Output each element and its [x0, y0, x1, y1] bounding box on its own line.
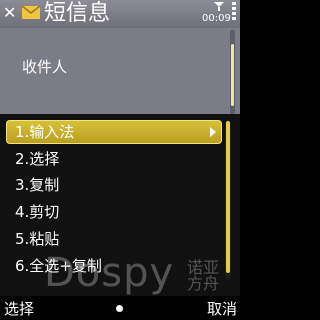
watermark-cn: 诺亚方舟	[187, 258, 220, 293]
menu-item-label: 1.输入法	[15, 123, 75, 141]
menu-item-label: 2.选择	[15, 150, 60, 168]
screen: ✕ 短信息 00:09 收件人 1.输入法 2.选择 3.复制 4.剪切 5.粘…	[0, 0, 240, 320]
center-key-dot-icon[interactable]	[116, 305, 123, 312]
softkey-bar: 选择 取消	[0, 296, 240, 320]
menu-scrollbar-thumb[interactable]	[226, 121, 230, 273]
menu-item-copy[interactable]: 3.复制	[6, 173, 222, 197]
menu-item-select[interactable]: 2.选择	[6, 147, 222, 171]
status-area: 00:09	[202, 2, 236, 26]
editor-scrollbar-thumb[interactable]	[231, 44, 234, 106]
recipient-label: 收件人	[22, 58, 68, 76]
battery-icon	[232, 2, 236, 20]
menu-item-label: 3.复制	[15, 176, 60, 194]
page-title: 短信息	[44, 1, 111, 26]
close-icon[interactable]: ✕	[3, 5, 16, 21]
menu-item-input-method[interactable]: 1.输入法	[6, 120, 222, 144]
watermark: Dospy	[44, 250, 175, 296]
envelope-icon	[22, 6, 40, 19]
menu-item-paste[interactable]: 5.粘贴	[6, 227, 222, 251]
title-bar: ✕ 短信息 00:09	[0, 0, 240, 28]
select-softkey[interactable]: 选择	[4, 298, 34, 319]
signal-icon	[214, 2, 224, 11]
menu-item-label: 4.剪切	[15, 203, 60, 221]
cancel-softkey[interactable]: 取消	[207, 298, 237, 319]
menu-item-cut[interactable]: 4.剪切	[6, 200, 222, 224]
menu-item-label: 5.粘贴	[15, 230, 60, 248]
chevron-right-icon	[210, 127, 216, 137]
clock: 00:09	[202, 13, 231, 24]
